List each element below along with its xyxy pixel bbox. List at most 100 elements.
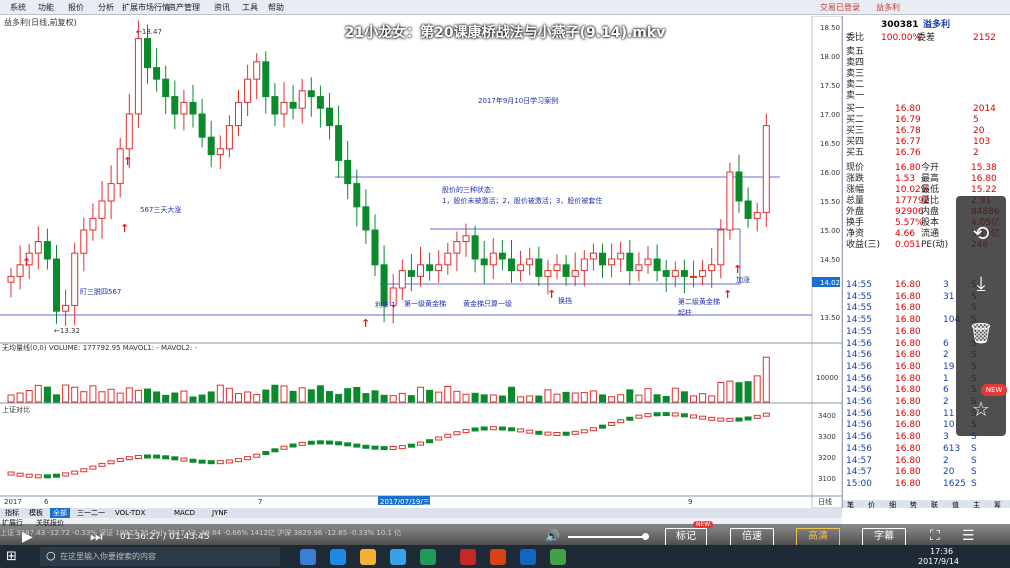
candle: [562, 264, 570, 277]
quote-tab[interactable]: 值: [952, 500, 959, 510]
index-candle: [125, 456, 133, 461]
index-candle: [25, 473, 33, 478]
speed-button[interactable]: 倍速: [730, 528, 774, 546]
clock-date: 2017/9/14: [918, 557, 960, 566]
trading-app-icon[interactable]: [460, 549, 476, 565]
index-candle: [580, 429, 588, 434]
fullscreen-icon[interactable]: ⛶: [930, 528, 940, 544]
index-candle: [307, 440, 315, 445]
store-icon[interactable]: [390, 549, 406, 565]
indicator-tab[interactable]: 三一二一: [74, 508, 108, 518]
annotation-huan: 换挡: [558, 296, 572, 305]
volume-slider[interactable]: [568, 536, 648, 538]
index-candle: [617, 419, 625, 424]
tick-row: 14:57 16.80 20 S: [843, 467, 1003, 478]
menu-item[interactable]: 报价: [68, 2, 84, 13]
candle: [398, 270, 406, 289]
indicator-tab[interactable]: 指标: [2, 508, 22, 518]
taskview-icon[interactable]: [300, 549, 316, 565]
quote-tab[interactable]: 细: [889, 500, 896, 510]
share-icon[interactable]: ⟲: [966, 218, 996, 248]
candle: [153, 67, 161, 80]
volume-icon[interactable]: 🔊: [545, 529, 560, 543]
volume-bar: [162, 394, 170, 403]
menu-item[interactable]: 工具: [242, 2, 258, 13]
menu-item[interactable]: 分析: [98, 2, 114, 13]
candle: [553, 264, 561, 272]
volume-bar: [125, 387, 133, 403]
quote-cell: S: [971, 478, 977, 489]
candle: [280, 101, 288, 115]
mark-button[interactable]: 标记: [665, 528, 707, 546]
index-candle: [671, 412, 679, 417]
quote-tab[interactable]: 价: [868, 500, 875, 510]
subtitle-button[interactable]: 字幕: [862, 528, 906, 546]
volume-bar: [398, 392, 406, 403]
quote-tab[interactable]: 主: [973, 500, 980, 510]
quote-cell: S: [971, 443, 977, 454]
annotation-ding: 盯三脱四567: [80, 287, 121, 296]
quote-tab[interactable]: 筹: [994, 500, 1001, 510]
index-candle: [107, 460, 115, 465]
quote-cell: 10: [943, 420, 955, 431]
quote-cell: 14:57: [846, 467, 872, 478]
wechat-icon[interactable]: [550, 549, 566, 565]
candle: [453, 241, 461, 254]
login-status[interactable]: 交易已登录: [820, 2, 860, 13]
candle: [680, 270, 688, 277]
indicator-tab[interactable]: VOL-TDX: [112, 508, 148, 518]
quote-cell: 5: [973, 115, 979, 125]
volume-bar: [662, 395, 670, 403]
up-arrow-icon: ↑: [22, 256, 31, 269]
indicator-tab[interactable]: 模板: [26, 508, 46, 518]
menu-item[interactable]: 功能: [38, 2, 54, 13]
quote-tab[interactable]: 笔: [847, 500, 854, 510]
volume-bar: [517, 396, 525, 403]
explorer-icon[interactable]: [360, 549, 376, 565]
quote-tab[interactable]: 联: [931, 500, 938, 510]
stat-row: 涨跌 1.53 最高 16.80: [843, 174, 1003, 185]
volume-bar: [335, 393, 343, 403]
chrome-icon[interactable]: [420, 549, 436, 565]
app-icon[interactable]: [490, 549, 506, 565]
stock-name-menu[interactable]: 益多利: [876, 2, 900, 13]
quote-cell: 15.38: [971, 163, 997, 173]
index-candle: [480, 426, 488, 431]
volume-bar: [62, 384, 70, 403]
playlist-icon[interactable]: ☰: [962, 528, 975, 544]
windows-start-icon[interactable]: ⊞: [6, 549, 17, 564]
price-tick: 13.50: [820, 314, 840, 322]
quote-tab[interactable]: 势: [910, 500, 917, 510]
quote-cell: 15.22: [971, 185, 997, 195]
volume-bar: [580, 392, 588, 403]
sell-row: 卖一: [843, 91, 1003, 102]
date-label: 9: [688, 498, 692, 506]
candle: [417, 264, 424, 277]
delete-icon[interactable]: 🗑: [966, 318, 996, 348]
menu-item[interactable]: 帮助: [268, 2, 284, 13]
volume-bar: [599, 394, 606, 403]
menu-item[interactable]: 系统: [10, 2, 26, 13]
price-tick: 16.50: [820, 140, 840, 148]
volume-bar: [462, 393, 470, 403]
pin-icon[interactable]: ☆: [966, 394, 996, 424]
volume-knob[interactable]: [642, 533, 649, 540]
indicator-tab[interactable]: 全部: [50, 508, 70, 518]
annotation-ma567: 567三天大涨: [140, 205, 181, 214]
volume-bar: [644, 388, 652, 403]
menu-item[interactable]: 资讯: [214, 2, 230, 13]
index-candle: [335, 441, 343, 446]
candle: [708, 264, 716, 272]
kline-chart[interactable]: 18.50 18.00 17.50 17.00 16.50 16.00 15.50 15.00…: [0, 15, 843, 509]
indicator-tab[interactable]: JYNF: [209, 508, 231, 518]
indicator-tab[interactable]: MACD: [171, 508, 198, 518]
menu-item[interactable]: 扩展市场行情: [122, 2, 170, 13]
download-icon[interactable]: ⤓: [966, 268, 996, 298]
annotation-study: 2017年9月10日学习案例: [478, 96, 558, 105]
candle: [744, 200, 752, 219]
edge-icon[interactable]: [330, 549, 346, 565]
wps-icon[interactable]: [520, 549, 536, 565]
hd-button[interactable]: 高清: [796, 528, 840, 546]
index-tick: 3400: [818, 412, 836, 420]
menu-item[interactable]: 资产管理: [168, 2, 200, 13]
